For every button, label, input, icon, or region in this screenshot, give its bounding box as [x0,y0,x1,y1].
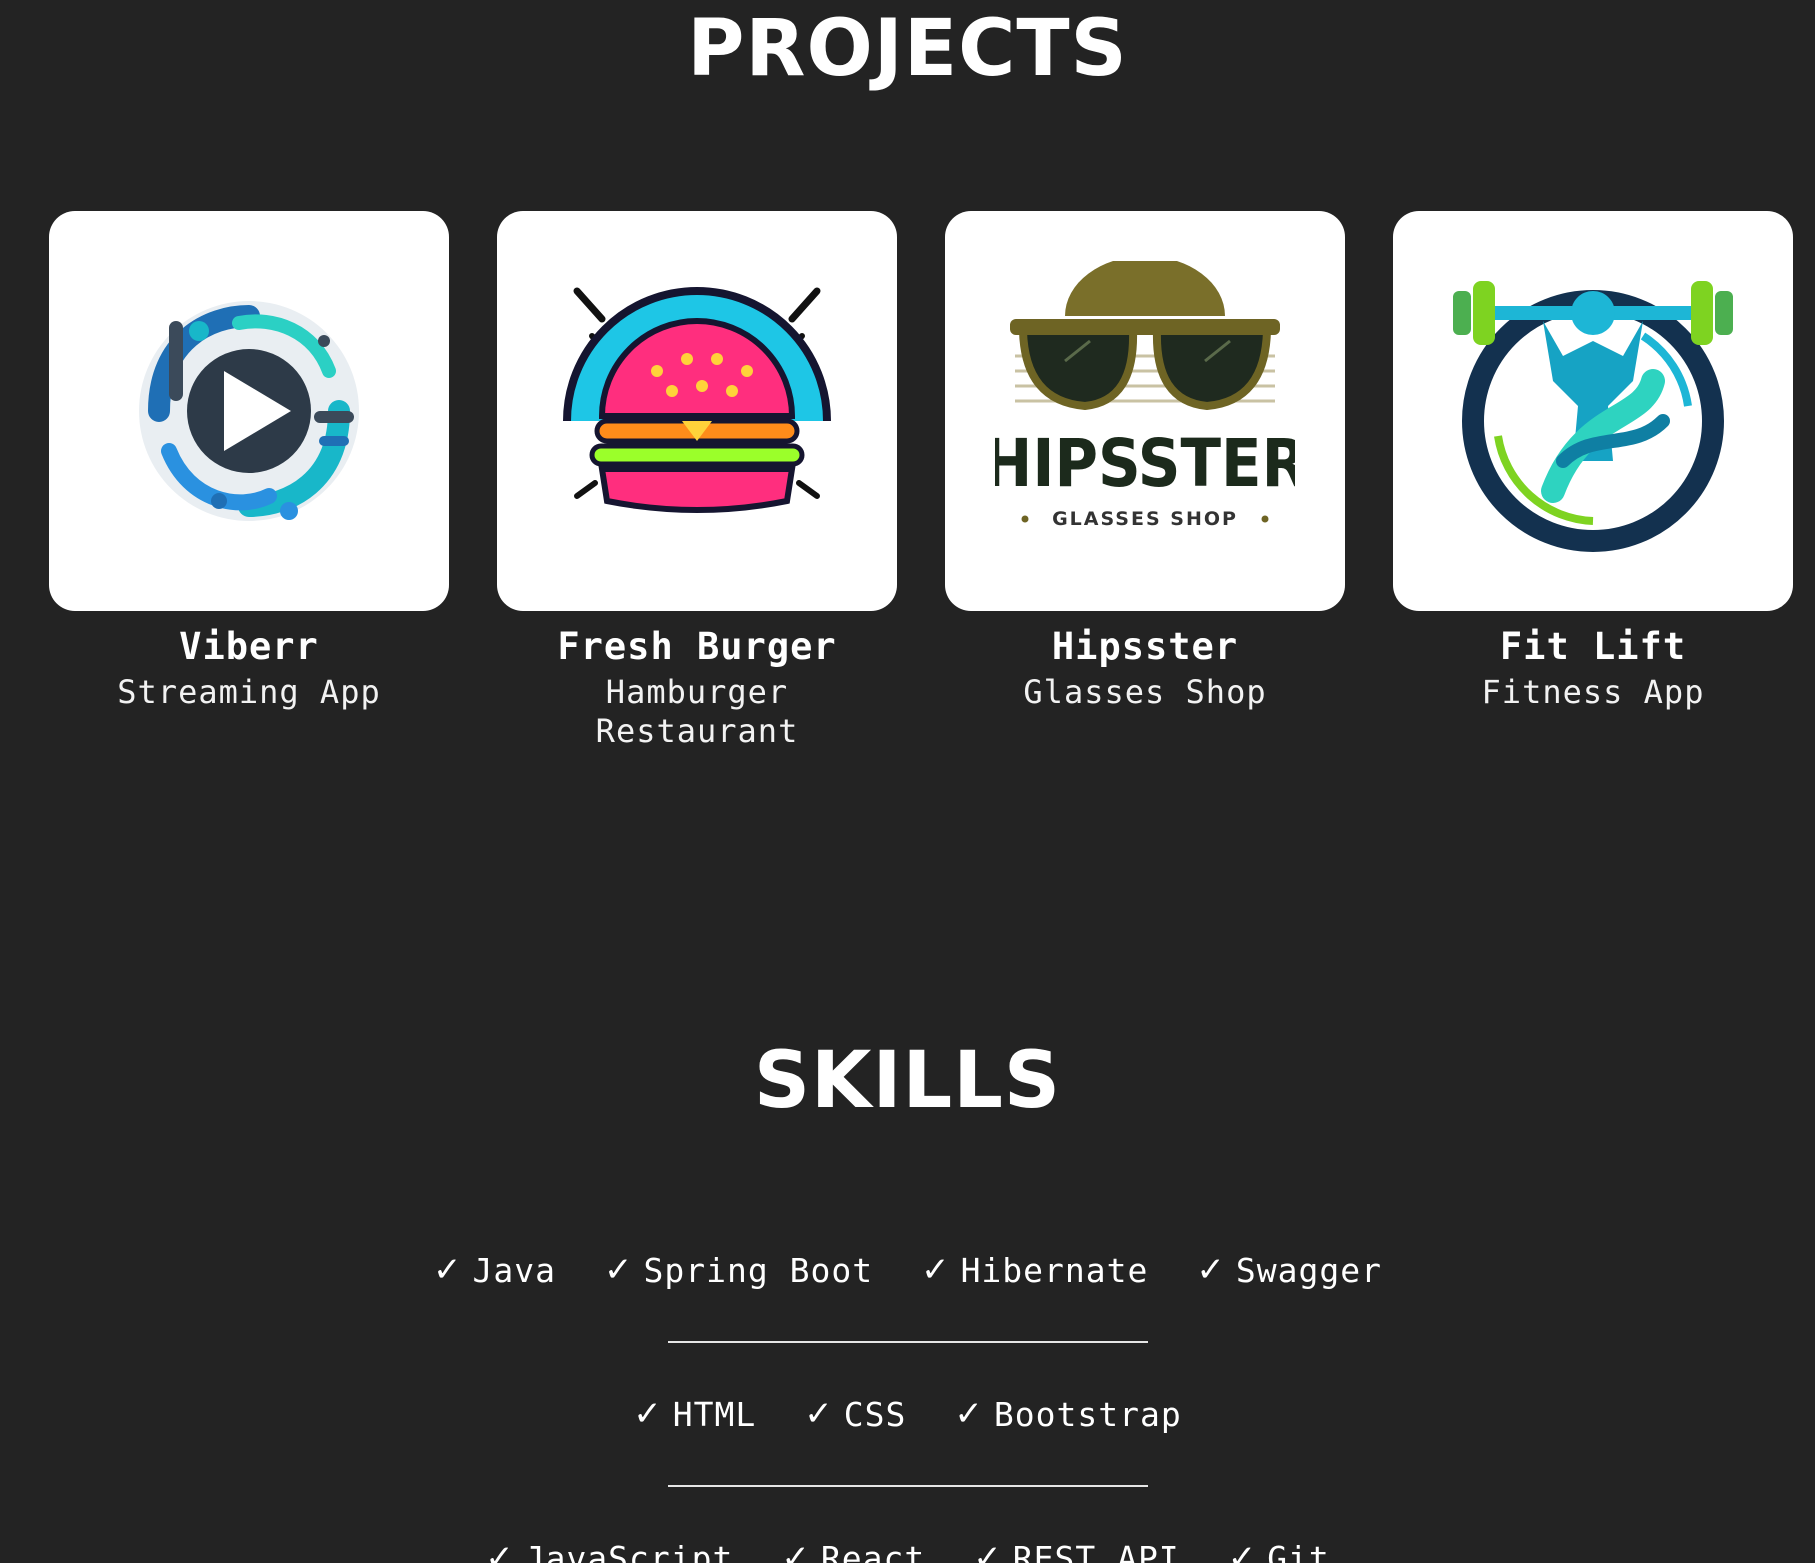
check-icon: ✓ [921,1250,951,1290]
skill-label: CSS [843,1394,907,1434]
skill-item: ✓ REST API [973,1538,1179,1563]
project-card-fresh-burger[interactable]: Fresh Burger Hamburger Restaurant [497,211,897,750]
hipsster-logo-text: HIPSSTER [995,425,1295,502]
skill-label: JavaScript [524,1538,734,1563]
skill-item: ✓ Spring Boot [604,1250,873,1290]
check-icon: ✓ [781,1538,811,1563]
streaming-play-logo-icon [139,301,359,521]
check-icon: ✓ [633,1394,663,1434]
project-title: Fit Lift [1499,625,1687,668]
project-thumbnail[interactable] [497,211,897,611]
skills-row: ✓ HTML ✓ CSS ✓ Bootstrap [0,1369,1815,1459]
skill-label: React [820,1538,926,1563]
check-icon: ✓ [954,1394,984,1434]
project-subtitle: Fitness App [1481,673,1705,712]
portfolio-page: PROJECTS Viberr Streaming App Fresh Burg… [0,0,1815,1563]
skills-row: ✓ Java ✓ Spring Boot ✓ Hibernate ✓ Swagg… [0,1225,1815,1315]
project-subtitle: Streaming App [117,673,381,712]
skills-row: ✓ JavaScript ✓ React ✓ REST API ✓ Git [0,1513,1815,1563]
project-subtitle: Glasses Shop [1023,673,1267,712]
skill-item: ✓ JavaScript [485,1538,733,1563]
project-card-viberr[interactable]: Viberr Streaming App [49,211,449,712]
skill-label: Java [472,1250,557,1290]
skill-label: Hibernate [960,1250,1149,1290]
project-thumbnail[interactable] [1393,211,1793,611]
projects-grid: Viberr Streaming App Fresh Burger Hambur… [49,211,1793,750]
project-title: Fresh Burger [557,625,837,668]
skill-item: ✓ Java [433,1250,556,1290]
skill-label: REST API [1012,1538,1180,1563]
skill-label: Spring Boot [643,1250,874,1290]
check-icon: ✓ [973,1538,1003,1563]
skills-heading: SKILLS [753,1036,1062,1126]
project-card-hipsster[interactable]: HIPSSTER GLASSES SHOP Hipsster Glasses S… [945,211,1345,712]
skill-label: HTML [672,1394,757,1434]
project-title: Hipsster [1051,625,1239,668]
project-card-fit-lift[interactable]: Fit Lift Fitness App [1393,211,1793,712]
check-icon: ✓ [604,1250,634,1290]
sunglasses-logo-icon: HIPSSTER GLASSES SHOP [995,261,1295,530]
project-title: Viberr [179,625,319,668]
burger-logo-icon [563,287,831,513]
skills-list: ✓ Java ✓ Spring Boot ✓ Hibernate ✓ Swagg… [0,1225,1815,1563]
hipsster-logo-subtext: GLASSES SHOP [1052,508,1238,530]
skill-label: Bootstrap [993,1394,1182,1434]
skills-divider [667,1341,1148,1343]
skill-item: ✓ React [781,1538,925,1563]
skill-item: ✓ HTML [633,1394,756,1434]
skill-label: Swagger [1235,1250,1382,1290]
skill-item: ✓ Swagger [1196,1250,1382,1290]
skill-item: ✓ Hibernate [921,1250,1148,1290]
check-icon: ✓ [1196,1250,1226,1290]
check-icon: ✓ [804,1394,834,1434]
skill-item: ✓ Git [1228,1538,1330,1563]
dumbbell-logo-icon [1453,281,1733,552]
projects-heading: PROJECTS [687,4,1128,94]
skills-divider [667,1485,1148,1487]
check-icon: ✓ [1227,1538,1258,1563]
project-subtitle: Hamburger Restaurant [595,673,799,750]
skill-item: ✓ CSS [804,1394,906,1434]
skill-label: Git [1267,1538,1330,1563]
project-thumbnail[interactable]: HIPSSTER GLASSES SHOP [945,211,1345,611]
project-thumbnail[interactable] [49,211,449,611]
check-icon: ✓ [485,1538,515,1563]
skill-item: ✓ Bootstrap [954,1394,1181,1434]
check-icon: ✓ [433,1250,463,1290]
